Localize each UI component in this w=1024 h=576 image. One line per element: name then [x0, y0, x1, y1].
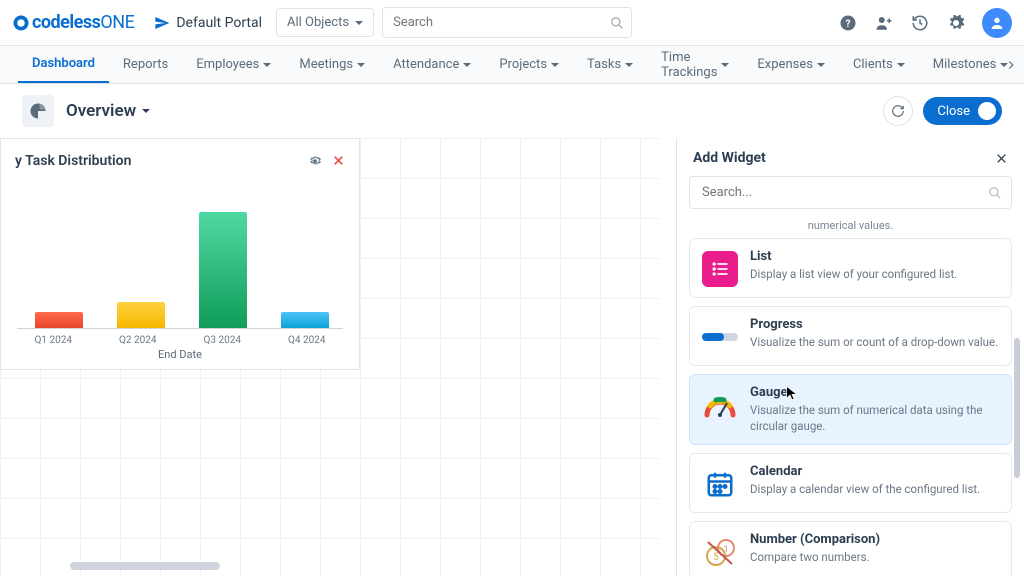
tab-employees[interactable]: Employees	[182, 46, 285, 83]
chevron-down-icon	[551, 63, 559, 67]
x-axis-label: End Date	[11, 348, 349, 361]
tab-attendance[interactable]: Attendance	[379, 46, 485, 83]
chevron-down-icon	[897, 63, 905, 67]
portal-label: Default Portal	[176, 15, 262, 31]
close-label: Close	[937, 104, 970, 119]
refresh-button[interactable]	[883, 96, 913, 126]
widget-desc: Display a calendar view of the configure…	[750, 482, 980, 498]
horizontal-scrollbar[interactable]	[70, 562, 220, 570]
x-tick: Q3 2024	[204, 335, 241, 346]
portal-selector[interactable]: Default Portal	[154, 15, 262, 31]
search-input[interactable]	[382, 7, 632, 38]
widget-search-input[interactable]	[689, 176, 1012, 209]
bar-q4	[281, 312, 329, 328]
bar-chart	[17, 179, 343, 329]
tab-projects[interactable]: Projects	[485, 46, 573, 83]
widget-settings-icon[interactable]	[308, 154, 322, 168]
main-nav: Dashboard Reports Employees Meetings Att…	[0, 46, 1024, 84]
widget-option-number-comparison[interactable]: 51 Number (Comparison) Compare two number…	[689, 521, 1012, 576]
svg-text:1: 1	[723, 545, 728, 555]
help-icon[interactable]: ?	[838, 13, 858, 33]
send-icon	[154, 15, 170, 31]
tab-time-trackings[interactable]: Time Trackings	[647, 46, 743, 83]
search-icon[interactable]	[610, 16, 624, 30]
global-search	[382, 7, 632, 38]
page-title[interactable]: Overview	[66, 101, 150, 121]
chevron-down-icon	[357, 63, 365, 67]
app-logo[interactable]: codelessONE	[12, 12, 134, 33]
tab-clients[interactable]: Clients	[839, 46, 919, 83]
widget-remove-icon[interactable]	[332, 154, 345, 168]
list-icon	[702, 251, 738, 287]
logo-icon	[12, 14, 30, 32]
chart-widget[interactable]: y Task Distribution Q1 2024 Q2 2024 Q3 2…	[0, 138, 360, 370]
panel-scrollbar[interactable]	[1014, 338, 1020, 478]
bar-q3	[199, 212, 247, 328]
dashboard-grid[interactable]: y Task Distribution Q1 2024 Q2 2024 Q3 2…	[0, 138, 660, 576]
panel-title: Add Widget	[693, 150, 766, 166]
object-selector-label: All Objects	[287, 15, 349, 30]
scroll-right-icon[interactable]	[1004, 58, 1018, 72]
search-icon[interactable]	[988, 186, 1002, 200]
widget-option-list[interactable]: List Display a list view of your configur…	[689, 238, 1012, 298]
gear-icon[interactable]	[946, 13, 966, 33]
logo-suffix: ONE	[100, 12, 134, 33]
widget-name: Progress	[750, 317, 998, 332]
widget-name: List	[750, 249, 957, 264]
x-tick: Q1 2024	[35, 335, 72, 346]
widget-name: Calendar	[750, 464, 980, 479]
gauge-icon	[702, 387, 738, 423]
overview-icon	[22, 95, 54, 127]
chevron-down-icon	[463, 63, 471, 67]
tab-meetings[interactable]: Meetings	[285, 46, 379, 83]
add-user-icon[interactable]	[874, 13, 894, 33]
tab-expenses[interactable]: Expenses	[743, 46, 839, 83]
bar-q1	[35, 312, 83, 328]
svg-text:5: 5	[713, 552, 719, 563]
tab-dashboard[interactable]: Dashboard	[18, 46, 109, 83]
number-compare-icon: 51	[702, 534, 738, 570]
tab-tasks[interactable]: Tasks	[573, 46, 647, 83]
history-icon[interactable]	[910, 13, 930, 33]
prev-item-tail: numerical values.	[689, 219, 1012, 232]
widget-option-progress[interactable]: Progress Visualize the sum or count of a …	[689, 306, 1012, 366]
widget-option-calendar[interactable]: Calendar Display a calendar view of the c…	[689, 453, 1012, 513]
user-avatar[interactable]	[982, 8, 1012, 38]
chevron-down-icon	[817, 63, 825, 67]
calendar-icon	[702, 466, 738, 502]
chevron-down-icon	[625, 63, 633, 67]
widget-desc: Compare two numbers.	[750, 550, 880, 566]
toggle-indicator	[978, 102, 996, 120]
tab-reports[interactable]: Reports	[109, 46, 182, 83]
panel-close-icon[interactable]	[995, 152, 1008, 165]
add-widget-panel: Add Widget numerical values. List Display…	[676, 138, 1024, 576]
widget-desc: Display a list view of your configured l…	[750, 267, 957, 283]
chevron-down-icon	[142, 109, 150, 113]
widget-option-gauge[interactable]: GaugeVisualize the sum of numerical data…	[689, 374, 1012, 445]
progress-icon	[702, 319, 738, 355]
bar-q2	[117, 302, 165, 328]
chevron-down-icon	[721, 63, 729, 67]
x-tick: Q4 2024	[288, 335, 325, 346]
svg-text:?: ?	[845, 16, 850, 29]
cursor-icon	[784, 385, 800, 401]
object-selector[interactable]: All Objects	[276, 8, 374, 37]
chart-title: y Task Distribution	[15, 153, 131, 169]
close-button[interactable]: Close	[923, 97, 1002, 125]
logo-text: codeless	[32, 12, 100, 33]
x-tick: Q2 2024	[119, 335, 156, 346]
widget-name: Number (Comparison)	[750, 532, 880, 547]
widget-desc: Visualize the sum of numerical data usin…	[750, 403, 999, 434]
widget-desc: Visualize the sum or count of a drop-dow…	[750, 335, 998, 351]
chevron-down-icon	[263, 63, 271, 67]
chevron-down-icon	[355, 21, 363, 25]
